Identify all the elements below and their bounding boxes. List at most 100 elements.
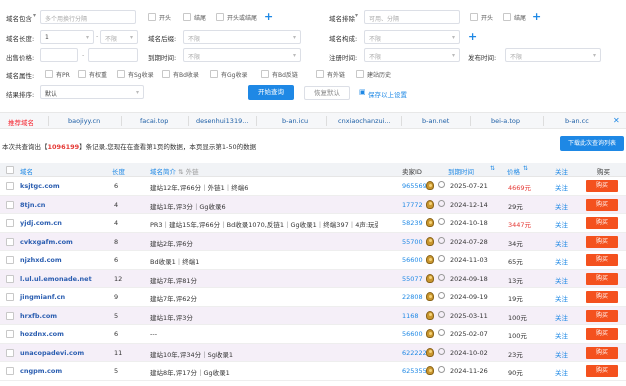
domain-link[interactable]: njzhxd.com <box>20 256 62 264</box>
save-settings-link[interactable]: 保存以上设置 <box>368 89 407 99</box>
domain-link[interactable]: yjdj.com.cn <box>20 219 62 227</box>
attr-checkbox-history[interactable] <box>356 70 364 78</box>
seller-id-link[interactable]: 55077 <box>402 275 423 283</box>
row-checkbox[interactable] <box>6 219 14 227</box>
buy-button[interactable]: 购买 <box>586 217 618 229</box>
tab-b-an-cc[interactable]: b-an.cc <box>565 117 589 125</box>
attr-checkbox-weight[interactable] <box>78 70 86 78</box>
attr-checkbox-bd[interactable] <box>162 70 170 78</box>
tab-b-an-icu[interactable]: b-an.icu <box>282 117 308 125</box>
col-expire[interactable]: 到期时间 <box>448 166 474 176</box>
buy-button[interactable]: 购买 <box>586 272 618 285</box>
length-max-select[interactable]: 不限 ▾ <box>100 30 138 44</box>
start-checkbox[interactable] <box>148 13 156 21</box>
tab-bei-a-top[interactable]: bei-a.top <box>491 117 520 125</box>
publish-select[interactable]: 不限 ▾ <box>505 48 601 62</box>
end-checkbox[interactable] <box>183 13 191 21</box>
follow-link[interactable]: 关注 <box>555 367 568 377</box>
seller-id-link[interactable]: 965569 <box>402 182 427 190</box>
col-length[interactable]: 长度 <box>112 166 125 176</box>
seller-id-link[interactable]: 22808 <box>402 293 423 301</box>
follow-link[interactable]: 关注 <box>555 293 568 303</box>
row-checkbox[interactable] <box>6 330 14 338</box>
plus-icon[interactable]: + <box>264 11 273 22</box>
chevron-down-icon[interactable]: ▾ <box>355 12 358 19</box>
sort-icon[interactable]: ⇅ <box>490 165 495 172</box>
seller-id-link[interactable]: 17772 <box>402 201 423 209</box>
col-price[interactable]: 价格 <box>507 166 520 176</box>
row-checkbox[interactable] <box>6 293 14 301</box>
buy-button[interactable]: 购买 <box>586 180 618 192</box>
seller-id-link[interactable]: 56600 <box>402 330 423 338</box>
attr-checkbox-gg[interactable] <box>210 70 218 78</box>
follow-link[interactable]: 关注 <box>555 275 568 285</box>
seller-id-link[interactable]: 56600 <box>402 256 423 264</box>
contains-input[interactable]: 多个用换行分隔 <box>40 10 136 24</box>
domain-link[interactable]: hozdnx.com <box>20 330 64 338</box>
row-checkbox[interactable] <box>6 274 14 283</box>
domain-link[interactable]: ksjtgc.com <box>20 182 60 190</box>
seller-id-link[interactable]: 58239 <box>402 219 423 227</box>
seller-id-link[interactable]: 622222 <box>402 349 427 357</box>
domain-link[interactable]: cngpm.com <box>20 367 62 375</box>
expire-select[interactable]: 不限 ▾ <box>183 48 301 62</box>
attr-checkbox-bd-backlink[interactable] <box>261 70 269 78</box>
sort-icon[interactable]: ⇅ <box>523 165 528 172</box>
tab-b-an-net[interactable]: b-an.net <box>422 117 449 125</box>
follow-link[interactable]: 关注 <box>555 201 568 211</box>
follow-link[interactable]: 关注 <box>555 256 568 266</box>
price-min-input[interactable] <box>40 48 78 62</box>
row-checkbox[interactable] <box>6 367 14 375</box>
buy-button[interactable]: 购买 <box>586 198 618 211</box>
domain-link[interactable]: unacopadevi.com <box>20 349 84 357</box>
follow-link[interactable]: 关注 <box>555 219 568 229</box>
tab-recommend[interactable]: 推荐域名 <box>8 117 34 127</box>
price-max-input[interactable] <box>88 48 138 62</box>
attr-checkbox-outlink[interactable] <box>316 70 324 78</box>
tab-cnxiaochanzui[interactable]: cnxiaochanzui... <box>338 117 391 125</box>
buy-button[interactable]: 购买 <box>586 328 618 340</box>
buy-button[interactable]: 购买 <box>586 254 618 266</box>
attr-checkbox-pr[interactable] <box>45 70 53 78</box>
follow-link[interactable]: 关注 <box>555 182 568 192</box>
tab-baojiyy[interactable]: baojiyy.cn <box>68 117 100 125</box>
buy-button[interactable]: 购买 <box>586 291 618 303</box>
follow-link[interactable]: 关注 <box>555 312 568 322</box>
plus-icon[interactable]: + <box>468 31 477 42</box>
seller-id-link[interactable]: 625355 <box>402 367 427 375</box>
row-checkbox[interactable] <box>6 348 14 357</box>
select-all-checkbox[interactable] <box>6 166 14 174</box>
col-brief[interactable]: 域名简介 ⇅ 外链 <box>150 166 199 176</box>
download-list-button[interactable]: 下载此次查询列表 <box>560 136 624 151</box>
row-checkbox[interactable] <box>6 200 14 209</box>
row-checkbox[interactable] <box>6 256 14 264</box>
start-or-end-checkbox[interactable] <box>216 13 224 21</box>
plus-icon[interactable]: + <box>532 11 541 22</box>
chevron-down-icon[interactable]: ▾ <box>33 12 36 19</box>
buy-button[interactable]: 购买 <box>586 346 618 359</box>
domain-link[interactable]: 8tjn.cn <box>20 201 45 209</box>
suffix-select[interactable]: 不限 ▾ <box>183 30 301 44</box>
length-min-select[interactable]: 1 ▾ <box>40 30 94 44</box>
exclude-input[interactable]: 可用、分隔 <box>364 10 460 24</box>
sort-select[interactable]: 默认 ▾ <box>40 85 144 99</box>
domain-link[interactable]: jingmianf.cn <box>20 293 65 301</box>
domain-link[interactable]: cvkxgafm.com <box>20 238 73 246</box>
domain-link[interactable]: hrxfb.com <box>20 312 57 320</box>
follow-link[interactable]: 关注 <box>555 330 568 340</box>
buy-button[interactable]: 购买 <box>586 309 618 322</box>
follow-link[interactable]: 关注 <box>555 349 568 359</box>
search-button[interactable]: 开始查询 <box>248 85 294 100</box>
tab-facai[interactable]: facai.top <box>140 117 168 125</box>
seller-id-link[interactable]: 1168 <box>402 312 419 320</box>
col-domain[interactable]: 域名 <box>20 166 33 176</box>
seller-id-link[interactable]: 55700 <box>402 238 423 246</box>
compose-select[interactable]: 不限 ▾ <box>364 30 460 44</box>
follow-link[interactable]: 关注 <box>555 238 568 248</box>
restore-default-button[interactable]: 恢复默认 <box>304 86 350 100</box>
row-checkbox[interactable] <box>6 311 14 320</box>
buy-button[interactable]: 购买 <box>586 365 618 377</box>
end-checkbox-2[interactable] <box>503 13 511 21</box>
start-checkbox-2[interactable] <box>470 13 478 21</box>
row-checkbox[interactable] <box>6 182 14 190</box>
